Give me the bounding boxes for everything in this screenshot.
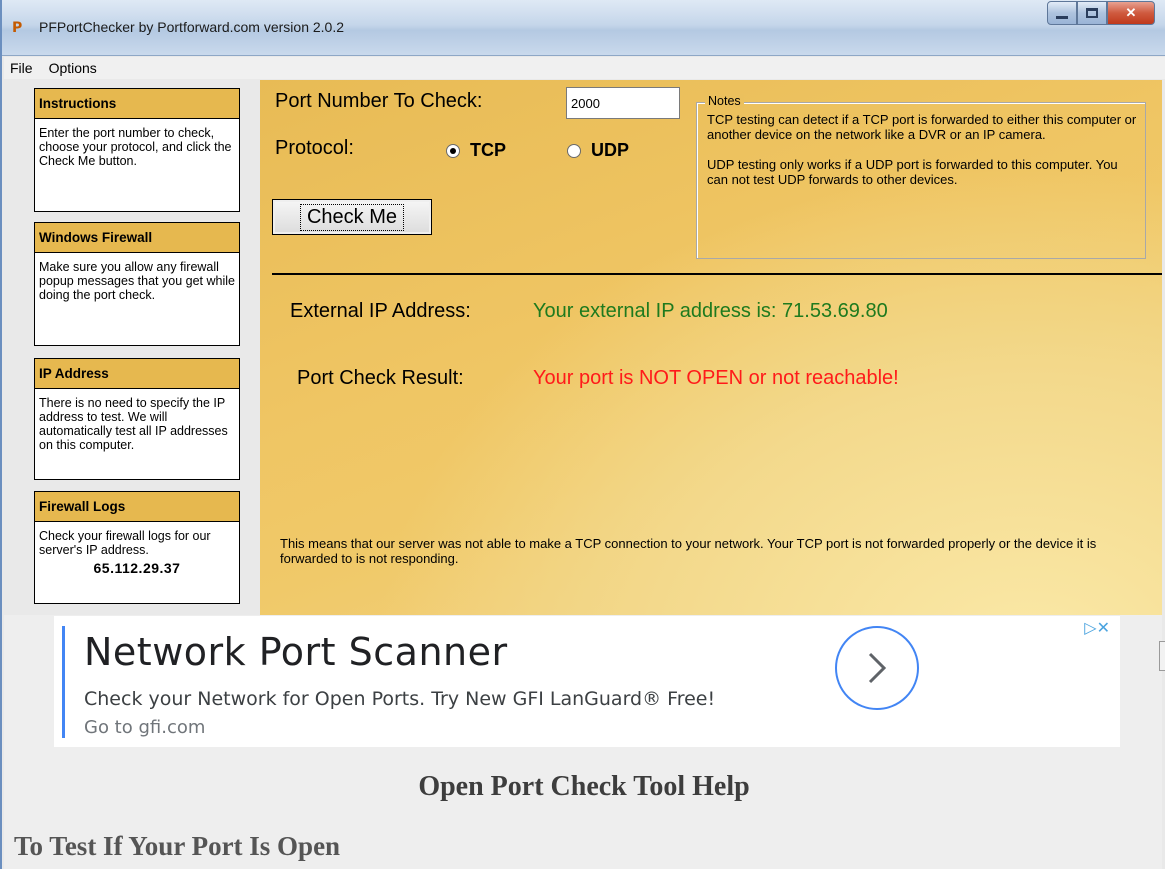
notes-tcp: TCP testing can detect if a TCP port is … <box>707 112 1137 142</box>
notes-group: Notes TCP testing can detect if a TCP po… <box>696 94 1146 259</box>
server-ip-address: 65.112.29.37 <box>93 560 181 576</box>
ad-description: Check your Network for Open Ports. Try N… <box>84 688 716 710</box>
protocol-tcp-label: TCP <box>470 140 506 160</box>
port-number-input[interactable] <box>566 87 680 119</box>
divider-line <box>272 273 1162 275</box>
firewall-logs-text: Check your firewall logs for our server'… <box>35 522 239 579</box>
protocol-label: Protocol: <box>275 137 354 159</box>
menu-bar: File Options <box>4 57 1165 79</box>
ad-choices-icon[interactable]: ▷✕ <box>1084 618 1110 637</box>
scrollbar-thumb[interactable] <box>1159 641 1165 671</box>
client-area: Instructions Enter the port number to ch… <box>4 80 1162 615</box>
ip-address-text: There is no need to specify the IP addre… <box>39 396 228 452</box>
ad-title[interactable]: Network Port Scanner <box>84 630 508 674</box>
menu-options[interactable]: Options <box>41 60 105 76</box>
minimize-icon <box>1056 15 1068 19</box>
firewall-logs-heading: Firewall Logs <box>35 492 239 522</box>
protocol-tcp-radio[interactable]: TCP <box>446 140 506 161</box>
notes-text: TCP testing can detect if a TCP port is … <box>707 112 1137 187</box>
radio-checked-icon <box>446 143 460 158</box>
close-icon: ✕ <box>1125 5 1137 20</box>
result-explanation: This means that our server was not able … <box>280 536 1097 566</box>
radio-unchecked-icon <box>567 143 581 158</box>
ad-arrow-button[interactable] <box>835 626 919 710</box>
external-ip-value: Your external IP address is: 71.53.69.80 <box>533 300 888 322</box>
check-me-label: Check Me <box>299 203 405 231</box>
title-bar[interactable]: P PFPortChecker by Portforward.com versi… <box>2 0 1165 56</box>
notes-legend: Notes <box>705 94 744 108</box>
minimize-button[interactable] <box>1047 1 1077 25</box>
firewall-logs-description: Check your firewall logs for our server'… <box>39 529 211 557</box>
ad-banner[interactable]: Network Port Scanner Check your Network … <box>54 616 1120 747</box>
port-check-result-value: Your port is NOT OPEN or not reachable! <box>533 367 899 389</box>
ad-url[interactable]: Go to gfi.com <box>84 717 205 738</box>
windows-firewall-box: Windows Firewall Make sure you allow any… <box>34 222 240 346</box>
close-button[interactable]: ✕ <box>1107 1 1155 25</box>
port-number-label: Port Number To Check: <box>275 90 483 112</box>
window-title: PFPortChecker by Portforward.com version… <box>39 19 345 35</box>
menu-file[interactable]: File <box>4 60 41 76</box>
maximize-icon <box>1086 8 1098 18</box>
maximize-button[interactable] <box>1077 1 1107 25</box>
instructions-text: Enter the port number to check, choose y… <box>39 126 232 168</box>
app-window: P PFPortChecker by Portforward.com versi… <box>0 0 1165 869</box>
help-subtitle: To Test If Your Port Is Open <box>14 831 341 861</box>
main-panel: Port Number To Check: Protocol: TCP UDP … <box>260 80 1162 615</box>
protocol-udp-radio[interactable]: UDP <box>567 140 629 161</box>
port-check-result-label: Port Check Result: <box>297 367 464 389</box>
instructions-box: Instructions Enter the port number to ch… <box>34 88 240 212</box>
app-logo-icon: P <box>12 20 23 36</box>
ip-address-heading: IP Address <box>35 359 239 389</box>
notes-udp: UDP testing only works if a UDP port is … <box>707 157 1118 187</box>
window-controls: ✕ <box>1047 1 1155 29</box>
chevron-right-icon <box>868 652 887 684</box>
windows-firewall-text: Make sure you allow any firewall popup m… <box>39 260 235 302</box>
help-title: Open Port Check Tool Help <box>418 771 750 802</box>
sidebar: Instructions Enter the port number to ch… <box>4 80 260 615</box>
instructions-heading: Instructions <box>35 89 239 119</box>
protocol-udp-label: UDP <box>591 140 630 160</box>
external-ip-label: External IP Address: <box>290 300 471 322</box>
check-me-button[interactable]: Check Me <box>272 199 432 235</box>
ip-address-box: IP Address There is no need to specify t… <box>34 358 240 480</box>
ad-accent-bar <box>62 626 65 738</box>
firewall-logs-box: Firewall Logs Check your firewall logs f… <box>34 491 240 604</box>
help-page-area: Network Port Scanner Check your Network … <box>4 615 1165 869</box>
windows-firewall-heading: Windows Firewall <box>35 223 239 253</box>
